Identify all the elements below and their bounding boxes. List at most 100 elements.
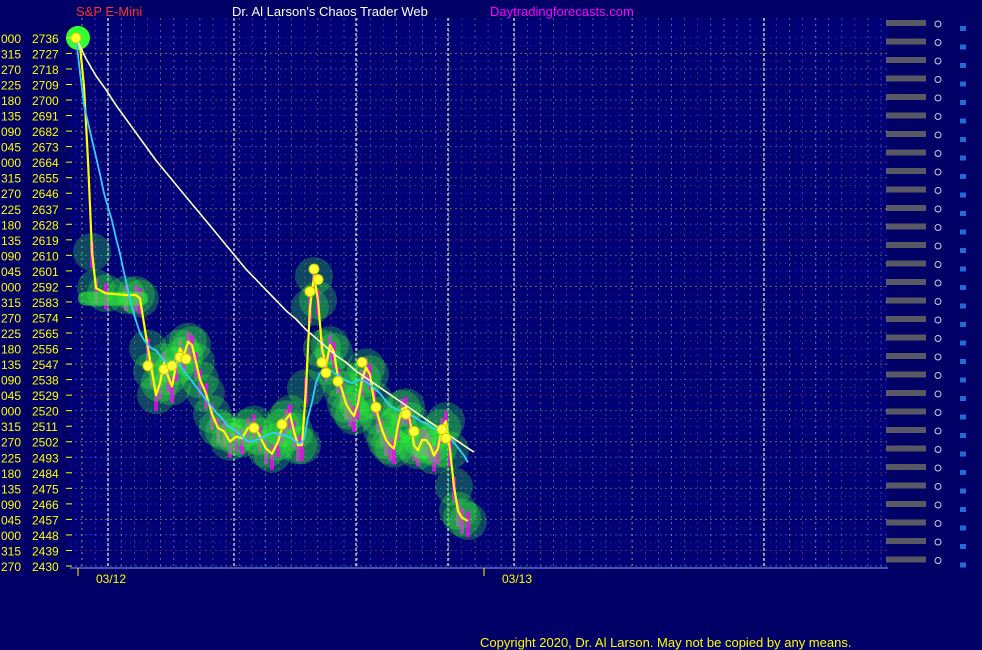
right-texture-bar	[886, 390, 926, 396]
right-texture-bar	[886, 38, 926, 45]
right-texture-bar	[886, 75, 926, 82]
y-tick-price: 2583	[32, 296, 59, 310]
right-texture-bar	[886, 260, 926, 267]
y-tick-angle: 045	[1, 513, 21, 527]
right-texture-tick	[960, 340, 966, 346]
y-tick-angle: 000	[1, 529, 21, 543]
right-texture-bar	[886, 334, 926, 341]
right-texture-bar	[886, 131, 926, 137]
data-marker	[70, 32, 82, 44]
right-texture-tick	[960, 377, 966, 383]
right-texture-tick	[960, 100, 966, 105]
right-texture-bar	[886, 57, 926, 63]
site-title: Dr. Al Larson's Chaos Trader Web	[232, 4, 428, 19]
y-tick-angle: 090	[1, 125, 21, 139]
y-tick-price: 2700	[32, 94, 59, 108]
data-marker	[308, 263, 320, 275]
y-tick-angle: 000	[1, 405, 21, 419]
data-marker	[356, 356, 368, 368]
right-texture-tick	[960, 470, 966, 475]
data-marker	[142, 360, 154, 372]
y-tick-angle: 315	[1, 544, 21, 558]
y-tick-angle: 180	[1, 94, 21, 108]
y-tick-price: 2682	[32, 125, 59, 139]
y-tick-price: 2547	[32, 358, 59, 372]
y-tick-price: 2736	[32, 32, 59, 46]
right-texture-tick	[960, 414, 966, 420]
y-tick-price: 2655	[32, 172, 59, 186]
right-texture-tick	[960, 396, 966, 401]
y-tick-angle: 090	[1, 498, 21, 512]
y-tick-angle: 315	[1, 172, 21, 186]
data-marker	[276, 418, 288, 430]
y-tick-angle: 180	[1, 467, 21, 481]
right-texture-bar	[886, 94, 926, 100]
right-texture-tick	[960, 433, 966, 438]
x-tick-label: 03/13	[502, 572, 532, 586]
y-tick-price: 2574	[32, 311, 59, 325]
y-tick-angle: 135	[1, 358, 21, 372]
y-tick-angle: 270	[1, 63, 21, 77]
right-texture-bar	[886, 501, 926, 507]
y-tick-angle: 000	[1, 156, 21, 170]
y-tick-angle: 045	[1, 389, 21, 403]
y-tick-price: 2466	[32, 498, 59, 512]
right-texture-bar	[886, 168, 926, 174]
right-texture-bar	[886, 316, 926, 322]
right-texture-bar	[886, 464, 926, 470]
y-tick-angle: 270	[1, 311, 21, 325]
y-tick-price: 2646	[32, 187, 59, 201]
y-tick-angle: 225	[1, 203, 21, 217]
y-tick-price: 2610	[32, 249, 59, 263]
right-texture-tick	[960, 26, 966, 31]
right-texture-bar	[886, 205, 926, 211]
data-marker	[166, 360, 178, 372]
y-tick-angle: 135	[1, 234, 21, 248]
y-tick-price: 2439	[32, 544, 59, 558]
y-tick-price: 2520	[32, 405, 59, 419]
right-texture-bar	[886, 223, 926, 230]
right-texture-bar	[886, 427, 926, 433]
y-tick-angle: 225	[1, 327, 21, 341]
data-marker	[332, 375, 344, 387]
right-texture-bar	[886, 20, 926, 26]
y-tick-angle: 270	[1, 436, 21, 450]
data-marker	[304, 286, 316, 298]
right-texture-tick	[960, 488, 966, 494]
y-tick-price: 2556	[32, 343, 59, 357]
right-texture-tick	[960, 118, 966, 124]
y-tick-price: 2592	[32, 280, 59, 294]
y-tick-angle: 135	[1, 482, 21, 496]
y-tick-angle: 180	[1, 218, 21, 232]
y-tick-price: 2664	[32, 156, 59, 170]
magenta-bar	[466, 511, 470, 538]
right-texture-bar	[886, 408, 926, 415]
data-marker	[400, 408, 412, 420]
data-marker	[408, 425, 420, 437]
right-texture-bar	[886, 297, 926, 304]
y-tick-angle: 270	[1, 560, 21, 574]
data-marker	[316, 356, 328, 368]
data-marker	[370, 401, 382, 413]
right-texture-tick	[960, 174, 966, 179]
y-tick-angle: 045	[1, 141, 21, 155]
y-tick-price: 2502	[32, 436, 59, 450]
y-tick-angle: 135	[1, 110, 21, 124]
y-tick-price: 2430	[32, 560, 59, 574]
right-texture-bar	[886, 371, 926, 378]
right-texture-tick	[960, 155, 966, 161]
right-texture-tick	[960, 544, 966, 549]
y-tick-angle: 315	[1, 47, 21, 61]
y-tick-price: 2475	[32, 482, 59, 496]
right-texture-tick	[960, 303, 966, 309]
right-texture-tick	[960, 562, 966, 568]
right-texture-tick	[960, 229, 966, 235]
y-tick-price: 2709	[32, 79, 59, 93]
right-texture-tick	[960, 266, 966, 272]
right-texture-tick	[960, 44, 966, 50]
y-tick-angle: 180	[1, 343, 21, 357]
copyright-text: Copyright 2020, Dr. Al Larson. May not b…	[480, 635, 851, 650]
y-tick-angle: 090	[1, 374, 21, 388]
y-tick-price: 2619	[32, 234, 59, 248]
y-tick-angle: 000	[1, 32, 21, 46]
